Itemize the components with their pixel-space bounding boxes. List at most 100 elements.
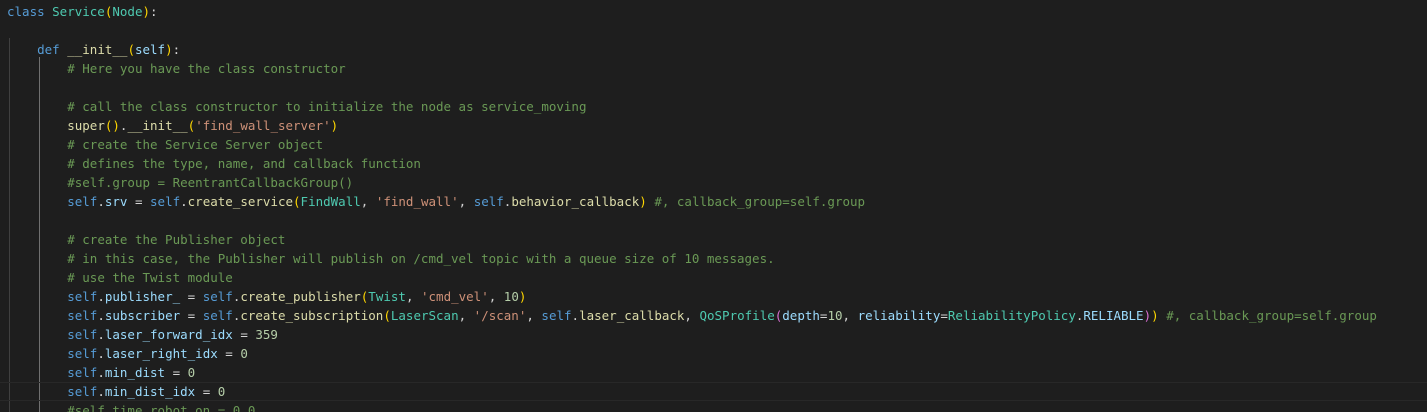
code-token: = xyxy=(180,289,203,304)
code-token: ) xyxy=(165,42,173,57)
code-token: ( xyxy=(383,308,391,323)
code-token: . xyxy=(97,365,105,380)
code-line[interactable]: # create the Publisher object xyxy=(7,230,285,249)
code-token: self xyxy=(473,194,504,209)
code-token: = xyxy=(940,308,948,323)
code-token: 10 xyxy=(827,308,843,323)
code-token: = xyxy=(180,308,203,323)
code-token: ) xyxy=(518,289,527,304)
code-token: laser_callback xyxy=(579,308,685,323)
code-line[interactable]: # Here you have the class constructor xyxy=(7,59,346,78)
code-token: self xyxy=(67,289,98,304)
code-token: ) xyxy=(142,4,151,19)
code-token: , xyxy=(458,194,474,209)
code-token: 0 xyxy=(217,384,226,399)
code-token: self xyxy=(202,308,233,323)
code-token: self xyxy=(541,308,572,323)
code-line[interactable]: self.laser_right_idx = 0 xyxy=(7,344,248,363)
code-line[interactable]: self.srv = self.create_service(FindWall,… xyxy=(7,192,865,211)
code-line-current[interactable]: self.min_dist_idx = 0 xyxy=(0,382,1427,401)
code-line[interactable]: class Service(Node): xyxy=(7,2,158,21)
code-token: = xyxy=(165,365,188,380)
code-token: . xyxy=(97,327,105,342)
code-token: . xyxy=(97,289,105,304)
code-token: Service xyxy=(52,4,105,19)
code-token: srv xyxy=(104,194,128,209)
code-token: # use the Twist module xyxy=(67,270,233,285)
code-line[interactable]: self.min_dist = 0 xyxy=(7,363,195,382)
code-token: create_service xyxy=(187,194,294,209)
code-token: . xyxy=(97,346,105,361)
code-token: # defines the type, name, and callback f… xyxy=(67,156,421,171)
code-token: depth xyxy=(782,308,820,323)
code-token: 'find_wall_server' xyxy=(195,118,331,133)
code-token: = xyxy=(127,194,151,209)
code-token: create_publisher xyxy=(240,289,361,304)
code-line[interactable]: def __init__(self): xyxy=(7,40,180,59)
code-token: ( xyxy=(127,42,135,57)
code-token: def xyxy=(37,42,68,57)
code-token: Node xyxy=(112,4,143,19)
code-token: laser_right_idx xyxy=(104,346,218,361)
code-token: : xyxy=(172,42,181,57)
code-token: = xyxy=(195,384,218,399)
code-token: . xyxy=(97,308,105,323)
code-token: . xyxy=(97,384,105,399)
code-token: . xyxy=(180,194,188,209)
code-line[interactable]: self.subscriber = self.create_subscripti… xyxy=(7,306,1377,325)
code-token: , xyxy=(842,308,858,323)
code-token: FindWall xyxy=(300,194,361,209)
code-line[interactable]: # in this case, the Publisher will publi… xyxy=(7,249,775,268)
code-line[interactable]: # use the Twist module xyxy=(7,268,233,287)
code-token: #, callback_group=self.group xyxy=(654,194,866,209)
code-token: = xyxy=(232,327,256,342)
code-line[interactable]: # call the class constructor to initiali… xyxy=(7,97,586,116)
code-token: LaserScan xyxy=(390,308,459,323)
code-line[interactable]: # defines the type, name, and callback f… xyxy=(7,154,421,173)
code-token: create_subscription xyxy=(240,308,384,323)
code-token: = xyxy=(217,346,241,361)
code-token: 'cmd_vel' xyxy=(421,289,489,304)
code-token: . xyxy=(571,308,580,323)
code-line[interactable]: self.laser_forward_idx = 359 xyxy=(7,325,278,344)
code-token: self xyxy=(67,308,98,323)
code-token: publisher_ xyxy=(104,289,181,304)
code-token: super xyxy=(67,118,105,133)
code-token: '/scan' xyxy=(473,308,527,323)
code-token: #self.time_robot_on = 0.0 xyxy=(67,403,256,412)
code-token: ( xyxy=(293,194,301,209)
code-token: ReliabilityPolicy xyxy=(947,308,1076,323)
code-token: ) xyxy=(330,118,339,133)
code-token: ) xyxy=(1151,308,1159,323)
code-token: #, callback_group=self.group xyxy=(1166,308,1377,323)
code-line[interactable]: self.publisher_ = self.create_publisher(… xyxy=(7,287,526,306)
code-token: # Here you have the class constructor xyxy=(67,61,346,76)
code-line[interactable]: super().__init__('find_wall_server') xyxy=(7,116,338,135)
code-token: QoSProfile xyxy=(699,308,775,323)
code-line[interactable]: #self.time_robot_on = 0.0 xyxy=(7,401,255,412)
code-token: #self.group = ReentrantCallbackGroup() xyxy=(67,175,354,190)
code-line[interactable]: # create the Service Server object xyxy=(7,135,323,154)
code-token: 10 xyxy=(503,289,519,304)
code-editor[interactable]: class Service(Node): def __init__(self):… xyxy=(0,0,1427,412)
code-token: self xyxy=(202,289,233,304)
code-token: self xyxy=(67,194,98,209)
code-token: class xyxy=(7,4,53,19)
code-token: self xyxy=(134,42,166,57)
code-token: 359 xyxy=(255,327,278,342)
code-line[interactable]: #self.group = ReentrantCallbackGroup() xyxy=(7,173,353,192)
code-token: # in this case, the Publisher will publi… xyxy=(67,251,775,266)
code-token: __init__ xyxy=(127,118,188,133)
code-token: self xyxy=(67,384,98,399)
code-token: min_dist_idx xyxy=(104,384,196,399)
